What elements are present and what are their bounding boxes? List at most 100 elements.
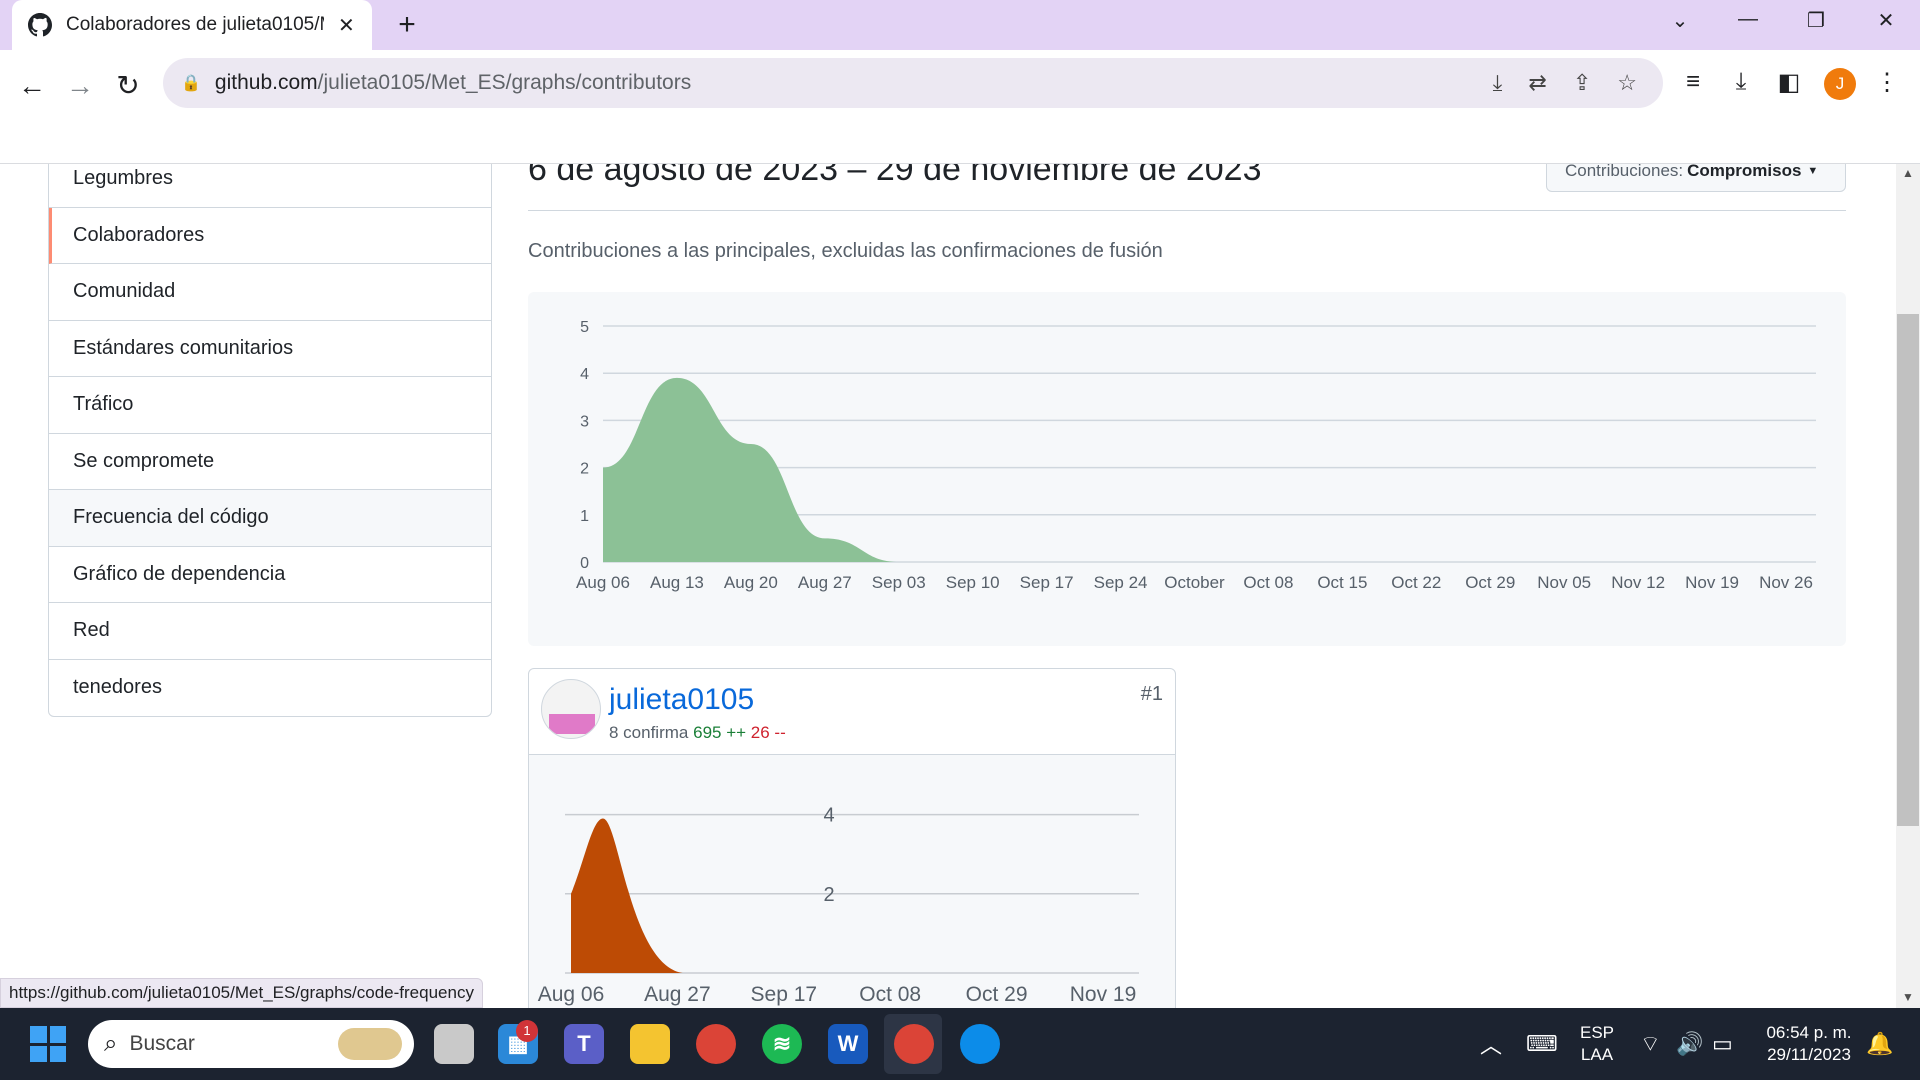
forward-icon[interactable]: → bbox=[62, 68, 98, 104]
menu-kebab-icon[interactable]: ⋮ bbox=[1870, 68, 1904, 97]
show-hidden-icons-icon[interactable]: ︿ bbox=[1480, 1008, 1502, 1080]
sidebar-item-commits[interactable]: Se compromete bbox=[49, 434, 491, 490]
browser-tab-strip: Colaboradores de julieta0105/M ✕ + ⌄ — ❐… bbox=[0, 0, 1920, 50]
reload-icon[interactable]: ↻ bbox=[110, 68, 146, 104]
word-icon[interactable]: W bbox=[828, 1024, 868, 1064]
tab-search-icon[interactable]: ⌄ bbox=[1660, 8, 1700, 33]
close-tab-icon[interactable]: ✕ bbox=[338, 13, 355, 38]
chart-subtitle: Contribuciones a las principales, exclui… bbox=[528, 240, 1163, 262]
side-panel-icon[interactable]: ◧ bbox=[1772, 68, 1806, 97]
windows-start-icon[interactable] bbox=[30, 1026, 66, 1062]
x-tick-label: Aug 27 bbox=[798, 573, 852, 592]
contributions-area bbox=[603, 377, 1786, 562]
y-tick-label: 4 bbox=[580, 366, 589, 383]
contributor-area bbox=[571, 818, 683, 973]
media-queue-icon[interactable]: ≡ bbox=[1676, 68, 1710, 96]
x-tick-label: Oct 08 bbox=[859, 983, 921, 1006]
share-icon[interactable]: ⇪ bbox=[1573, 70, 1591, 96]
bookmark-star-icon[interactable]: ☆ bbox=[1617, 70, 1637, 96]
teams-icon[interactable]: T bbox=[564, 1024, 604, 1064]
deletions-count: 26 -- bbox=[750, 723, 786, 742]
contributions-label: Contribuciones: bbox=[1565, 164, 1684, 180]
date-range-title: 6 de agosto de 2023 – 29 de noviembre de… bbox=[528, 164, 1262, 188]
y-tick-label: 4 bbox=[823, 805, 834, 827]
scrollbar-thumb[interactable] bbox=[1897, 314, 1919, 826]
sidebar-item-code-frequency[interactable]: Frecuencia del código bbox=[49, 490, 491, 547]
x-tick-label: Aug 20 bbox=[724, 573, 778, 592]
notification-badge: 1 bbox=[516, 1020, 538, 1042]
sidebar-item-network[interactable]: Red bbox=[49, 603, 491, 660]
scroll-up-arrow-icon[interactable]: ▲ bbox=[1896, 166, 1920, 180]
contributor-stats: 8 confirma 695 ++ 26 -- bbox=[609, 723, 786, 743]
new-tab-icon[interactable]: + bbox=[390, 8, 424, 42]
spotify-icon[interactable]: ≋ bbox=[762, 1024, 802, 1064]
divider bbox=[528, 210, 1846, 211]
url-text: github.com/julieta0105/Met_ES/graphs/con… bbox=[214, 71, 692, 94]
status-bar-url: https://github.com/julieta0105/Met_ES/gr… bbox=[0, 978, 483, 1008]
keyboard-icon[interactable]: ⌨ bbox=[1526, 1008, 1558, 1080]
search-icon: ⌕ bbox=[104, 1030, 118, 1057]
language-indicator[interactable]: ESP LAA bbox=[1572, 1022, 1622, 1066]
task-view-icon[interactable] bbox=[434, 1024, 474, 1064]
close-window-icon[interactable]: ✕ bbox=[1866, 8, 1906, 33]
minimize-icon[interactable]: — bbox=[1728, 8, 1768, 31]
x-tick-label: Sep 03 bbox=[872, 573, 926, 592]
browser-tab[interactable]: Colaboradores de julieta0105/M ✕ bbox=[12, 0, 372, 50]
additions-count: 695 ++ bbox=[693, 723, 747, 742]
file-explorer-icon[interactable] bbox=[630, 1024, 670, 1064]
search-highlight-icon bbox=[338, 1028, 402, 1060]
x-tick-label: Nov 19 bbox=[1070, 983, 1137, 1006]
chrome-active-icon[interactable] bbox=[894, 1024, 934, 1064]
downloads-icon[interactable]: ⤓ bbox=[1724, 68, 1758, 96]
clock[interactable]: 06:54 p. m. 29/11/2023 bbox=[1758, 1022, 1860, 1066]
x-tick-label: Aug 06 bbox=[576, 573, 630, 592]
y-tick-label: 3 bbox=[580, 413, 589, 430]
install-app-icon[interactable]: ⤓ bbox=[1493, 70, 1503, 96]
contributor-chart-svg: 2 4 Aug 06 Aug 27 Sep 17 Oct 08 Oct 29 Nov 19 bbox=[538, 805, 1139, 1006]
y-tick-label: 1 bbox=[580, 508, 589, 525]
taskbar-search[interactable]: ⌕ Buscar bbox=[88, 1020, 414, 1068]
contributor-card: julieta0105 8 confirma 695 ++ 26 -- #1 2… bbox=[528, 668, 1176, 1008]
commit-count[interactable]: 8 confirma bbox=[609, 723, 688, 742]
chrome-icon[interactable] bbox=[696, 1024, 736, 1064]
sidebar-item-community[interactable]: Comunidad bbox=[49, 264, 491, 321]
caret-down-icon: ▼ bbox=[1807, 165, 1819, 177]
y-tick-label: 2 bbox=[580, 461, 589, 478]
contributions-value: Compromisos bbox=[1687, 164, 1802, 180]
back-icon[interactable]: ← bbox=[14, 68, 50, 104]
scroll-down-arrow-icon[interactable]: ▼ bbox=[1896, 990, 1920, 1004]
x-tick-label: Nov 12 bbox=[1611, 573, 1665, 592]
taskbar-search-placeholder: Buscar bbox=[129, 1032, 195, 1055]
sidebar-item-community-standards[interactable]: Estándares comunitarios bbox=[49, 321, 491, 377]
address-bar[interactable]: 🔒 github.com/julieta0105/Met_ES/graphs/c… bbox=[163, 58, 1663, 108]
sidebar-item-traffic[interactable]: Tráfico bbox=[49, 377, 491, 434]
y-tick-label: 2 bbox=[823, 884, 834, 906]
x-tick-label: October bbox=[1164, 573, 1225, 592]
x-tick-label: Nov 19 bbox=[1685, 573, 1739, 592]
contributions-chart: 0 1 2 3 4 5 Aug 06 Aug 13 Aug 20 Aug 27 Sep 03 Sep … bbox=[528, 292, 1846, 646]
contributor-rank: #1 bbox=[1140, 683, 1163, 705]
notifications-bell-icon[interactable]: 🔔 bbox=[1866, 1008, 1893, 1080]
sidebar-item-contributors[interactable]: Colaboradores bbox=[49, 207, 491, 264]
sidebar-item-forks[interactable]: tenedores bbox=[49, 660, 491, 717]
x-tick-label: Oct 29 bbox=[966, 983, 1028, 1006]
contributor-username[interactable]: julieta0105 bbox=[609, 683, 754, 717]
wifi-icon[interactable]: ⌔ bbox=[1640, 1008, 1661, 1080]
contributions-dropdown[interactable]: Contribuciones: Compromisos ▼ bbox=[1546, 164, 1846, 192]
browser-toolbar: ← → ↻ 🔒 github.com/julieta0105/Met_ES/gr… bbox=[0, 50, 1920, 164]
restore-icon[interactable]: ❐ bbox=[1796, 8, 1836, 33]
contributor-avatar[interactable] bbox=[541, 679, 601, 739]
x-tick-label: Oct 29 bbox=[1465, 573, 1515, 592]
battery-icon[interactable]: ▭ bbox=[1712, 1008, 1733, 1080]
github-icon bbox=[28, 13, 52, 37]
volume-icon[interactable]: 🔊 bbox=[1676, 1008, 1703, 1080]
sidebar-item-pulse[interactable]: Legumbres bbox=[49, 164, 491, 208]
edge-icon[interactable] bbox=[960, 1024, 1000, 1064]
x-tick-label: Sep 17 bbox=[1020, 573, 1074, 592]
x-tick-label: Aug 06 bbox=[538, 983, 605, 1006]
tab-title: Colaboradores de julieta0105/M bbox=[66, 14, 324, 35]
sidebar-item-dependency-graph[interactable]: Gráfico de dependencia bbox=[49, 547, 491, 603]
x-tick-label: Oct 15 bbox=[1317, 573, 1367, 592]
translate-icon[interactable]: ⇄ bbox=[1528, 70, 1546, 96]
profile-avatar[interactable]: J bbox=[1824, 68, 1856, 100]
